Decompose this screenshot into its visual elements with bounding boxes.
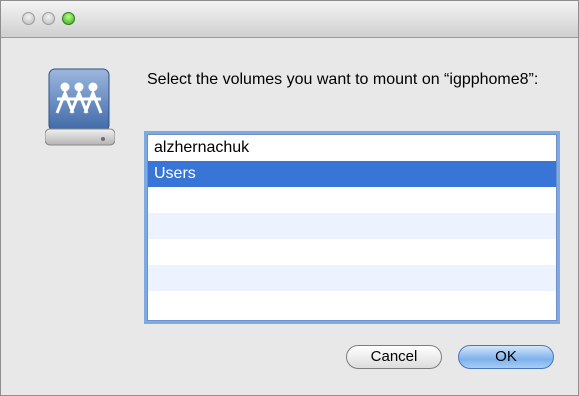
volume-list[interactable]: alzhernachuk Users xyxy=(147,134,557,321)
minimize-button[interactable] xyxy=(42,12,55,25)
volume-list-item[interactable]: Users xyxy=(148,161,556,187)
volume-list-empty-row xyxy=(148,187,556,213)
mount-dialog-window: Select the volumes you want to mount on … xyxy=(0,0,579,396)
volume-list-item[interactable]: alzhernachuk xyxy=(148,135,556,161)
volume-list-empty-row xyxy=(148,291,556,317)
volume-list-empty-row xyxy=(148,265,556,291)
zoom-button[interactable] xyxy=(62,12,75,25)
mount-prompt-text: Select the volumes you want to mount on … xyxy=(147,71,539,88)
close-button[interactable] xyxy=(22,12,35,25)
title-bar xyxy=(1,1,578,38)
volume-list-empty-row xyxy=(148,239,556,265)
ok-button[interactable]: OK xyxy=(458,345,554,369)
volume-list-empty-row xyxy=(148,213,556,239)
shared-network-drive-icon xyxy=(44,67,116,147)
cancel-button[interactable]: Cancel xyxy=(346,345,442,369)
